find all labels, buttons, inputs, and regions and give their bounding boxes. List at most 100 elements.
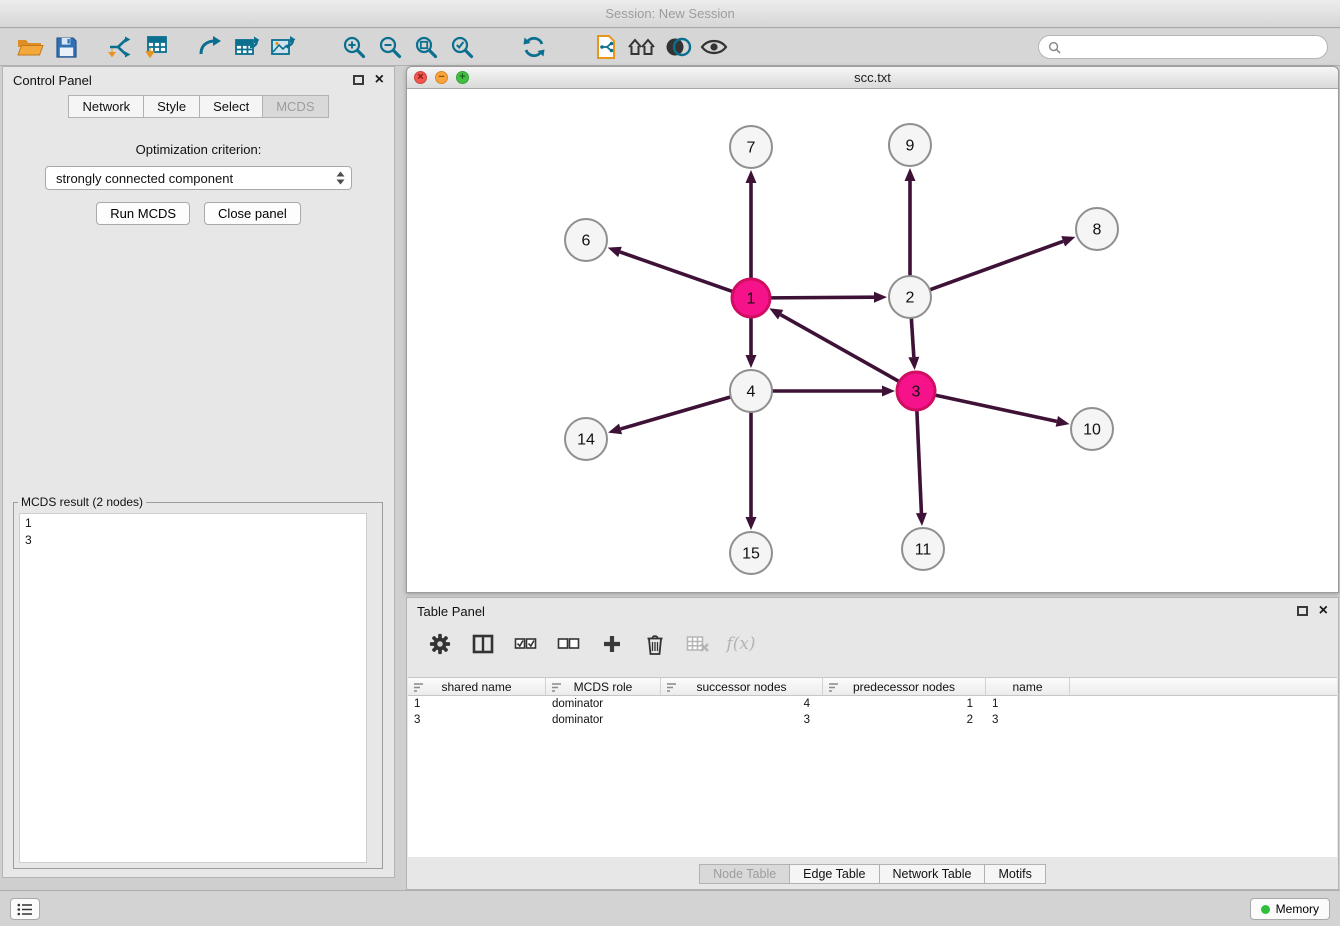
sort-icon <box>551 682 562 693</box>
table-cell: 3 <box>661 714 823 726</box>
tab-select[interactable]: Select <box>200 95 263 118</box>
edge-3-11[interactable] <box>917 410 922 513</box>
tab-node-table[interactable]: Node Table <box>699 864 790 884</box>
node-table[interactable]: shared name MCDS role successor nodes pr… <box>408 677 1337 857</box>
table-cell: 4 <box>661 698 823 710</box>
node-label: 8 <box>1093 222 1102 239</box>
edge-3-10[interactable] <box>935 395 1057 421</box>
open-session-button[interactable] <box>12 31 48 63</box>
node-table-body: 1dominator4113dominator323 <box>408 696 1337 728</box>
close-panel-icon[interactable]: × <box>375 72 384 88</box>
column-header-label: MCDS role <box>574 680 633 694</box>
window-minimize-icon[interactable]: − <box>435 71 448 84</box>
dropdown-selected-value: strongly connected component <box>56 171 233 186</box>
node-label: 6 <box>582 233 591 250</box>
close-panel-icon[interactable]: × <box>1319 603 1328 619</box>
search-box[interactable] <box>1038 35 1328 59</box>
control-panel-header: Control Panel × <box>3 67 394 93</box>
deselect-all-button[interactable] <box>556 631 582 657</box>
node-label: 11 <box>915 542 932 559</box>
tab-style[interactable]: Style <box>144 95 200 118</box>
column-header-mcds-role[interactable]: MCDS role <box>546 678 661 695</box>
memory-button[interactable]: Memory <box>1250 898 1330 920</box>
function-builder-button[interactable]: f(x) <box>728 631 754 657</box>
mcds-result-title: MCDS result (2 nodes) <box>18 495 146 509</box>
open-folder-icon <box>16 35 44 59</box>
network-window-title: scc.txt <box>407 70 1338 85</box>
sort-icon <box>666 682 677 693</box>
network-file-icon <box>594 34 618 60</box>
status-bar: Memory <box>0 890 1340 926</box>
first-neighbors-icon <box>627 35 657 59</box>
edge-1-6[interactable] <box>620 252 733 292</box>
sort-icon <box>413 682 424 693</box>
close-panel-button[interactable]: Close panel <box>204 202 301 225</box>
column-header-successor-nodes[interactable]: successor nodes <box>661 678 823 695</box>
zoom-selected-button[interactable] <box>444 31 480 63</box>
table-row[interactable]: 3dominator323 <box>408 712 1337 728</box>
edge-2-3[interactable] <box>911 318 913 357</box>
save-session-button[interactable] <box>48 31 84 63</box>
tab-edge-table[interactable]: Edge Table <box>790 864 879 884</box>
mcds-result-text[interactable]: 1 3 <box>19 513 367 863</box>
zoom-in-button[interactable] <box>336 31 372 63</box>
edge-4-14[interactable] <box>621 397 731 429</box>
export-image-button[interactable] <box>264 31 300 63</box>
task-history-button[interactable] <box>10 898 40 920</box>
table-cell: 3 <box>408 714 546 726</box>
export-table-button[interactable] <box>228 31 264 63</box>
table-cell: 1 <box>986 698 1070 710</box>
tab-motifs[interactable]: Motifs <box>985 864 1045 884</box>
column-header-predecessor-nodes[interactable]: predecessor nodes <box>823 678 986 695</box>
delete-table-button[interactable] <box>685 631 711 657</box>
window-zoom-icon[interactable]: + <box>456 71 469 84</box>
show-hide-button[interactable] <box>696 31 732 63</box>
optimization-criterion-dropdown[interactable]: strongly connected component <box>45 166 352 190</box>
zoom-fit-button[interactable] <box>408 31 444 63</box>
dropdown-stepper-icon <box>335 170 346 186</box>
zoom-in-icon <box>342 35 367 60</box>
table-toolbar: f(x) <box>407 624 1338 664</box>
network-canvas[interactable]: 7968124314101511 <box>407 89 1338 592</box>
import-table-button[interactable] <box>138 31 174 63</box>
table-cell: 2 <box>823 714 986 726</box>
eye-icon <box>700 36 728 58</box>
edge-3-1[interactable] <box>781 315 900 382</box>
fx-icon: f(x) <box>726 634 755 654</box>
edge-1-2[interactable] <box>770 297 874 298</box>
delete-column-button[interactable] <box>642 631 668 657</box>
control-panel-tabs: Network Style Select MCDS <box>3 95 394 118</box>
select-all-icon <box>514 635 538 653</box>
network-graph[interactable]: 7968124314101511 <box>407 89 1338 593</box>
first-neighbors-button[interactable] <box>624 31 660 63</box>
style-wizard-button[interactable] <box>660 31 696 63</box>
float-panel-icon[interactable] <box>353 75 364 85</box>
export-network-button[interactable] <box>192 31 228 63</box>
network-file-button[interactable] <box>588 31 624 63</box>
edge-2-8[interactable] <box>930 241 1063 290</box>
delete-table-icon <box>686 635 710 653</box>
select-all-button[interactable] <box>513 631 539 657</box>
column-header-shared-name[interactable]: shared name <box>408 678 546 695</box>
tab-network-table[interactable]: Network Table <box>880 864 986 884</box>
edge-arrow-icon <box>908 357 919 370</box>
window-close-icon[interactable]: × <box>414 71 427 84</box>
table-row[interactable]: 1dominator411 <box>408 696 1337 712</box>
gear-button[interactable] <box>427 631 453 657</box>
run-mcds-button[interactable]: Run MCDS <box>96 202 190 225</box>
edge-arrow-icon <box>608 247 622 257</box>
search-input[interactable] <box>1067 40 1318 55</box>
import-network-button[interactable] <box>102 31 138 63</box>
float-panel-icon[interactable] <box>1297 606 1308 616</box>
zoom-out-button[interactable] <box>372 31 408 63</box>
column-header-label: shared name <box>441 680 511 694</box>
add-column-button[interactable] <box>599 631 625 657</box>
column-header-name[interactable]: name <box>986 678 1070 695</box>
apply-layout-button[interactable] <box>516 31 552 63</box>
table-panel-title: Table Panel <box>417 604 485 619</box>
node-label: 2 <box>906 290 915 307</box>
tab-network[interactable]: Network <box>68 95 144 118</box>
tab-mcds[interactable]: MCDS <box>263 95 328 118</box>
column-view-button[interactable] <box>470 631 496 657</box>
export-image-icon <box>269 34 296 60</box>
